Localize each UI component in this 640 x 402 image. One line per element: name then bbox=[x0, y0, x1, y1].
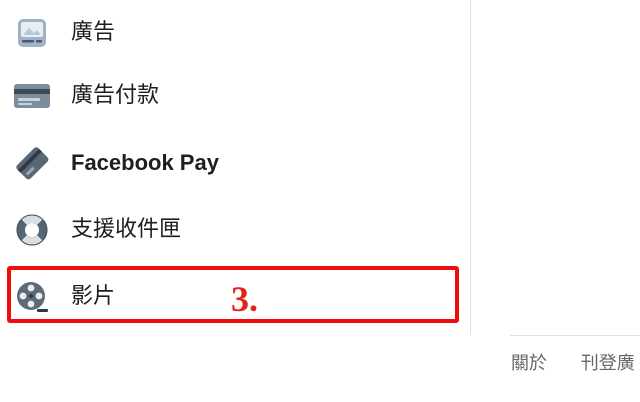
settings-sidebar: 廣告 廣告付款 Facebook Pay 支援收件匣 影片 3. bbox=[0, 0, 471, 335]
sidebar-item-label: 廣告 bbox=[71, 20, 116, 45]
facebook-pay-icon bbox=[14, 145, 50, 181]
footer-divider bbox=[510, 335, 640, 336]
footer-link-advertise[interactable]: 刊登廣 bbox=[581, 353, 635, 374]
sidebar-item-label: Facebook Pay bbox=[71, 150, 219, 175]
sidebar-item-support-inbox[interactable]: 支援收件匣 bbox=[0, 197, 470, 263]
sidebar-item-ad-payments[interactable]: 廣告付款 bbox=[0, 63, 470, 129]
lifebuoy-icon bbox=[14, 212, 50, 248]
annotation-step-number: 3. bbox=[231, 279, 258, 319]
ads-icon bbox=[14, 15, 50, 51]
footer-links: 關於 刊登廣 bbox=[511, 349, 640, 375]
sidebar-item-label: 廣告付款 bbox=[71, 83, 160, 108]
sidebar-item-label: 支援收件匣 bbox=[71, 217, 182, 242]
credit-card-icon bbox=[14, 78, 50, 114]
sidebar-item-facebook-pay[interactable]: Facebook Pay bbox=[0, 130, 470, 196]
footer-link-about[interactable]: 關於 bbox=[511, 353, 547, 374]
sidebar-item-ads[interactable]: 廣告 bbox=[0, 0, 470, 66]
